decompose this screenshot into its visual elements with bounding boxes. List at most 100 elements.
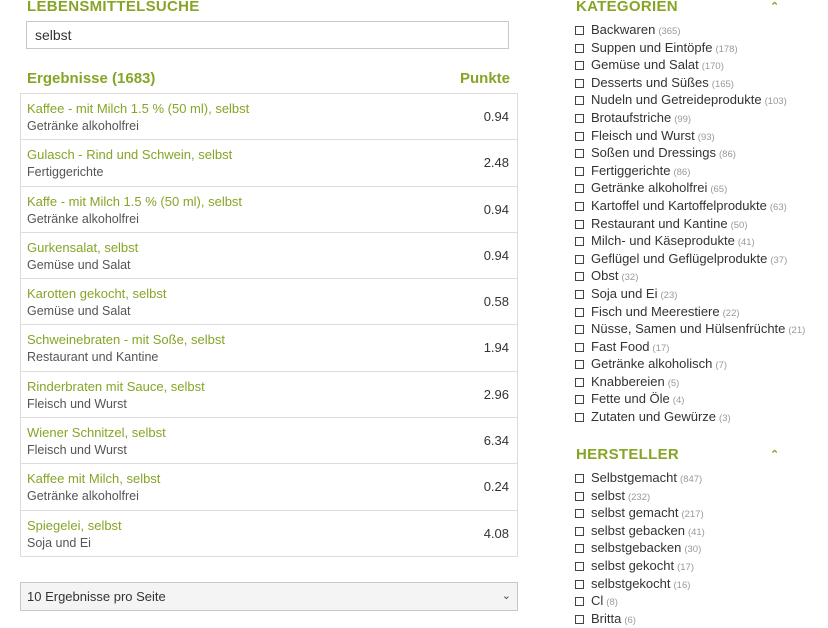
filter-name: Fertiggerichte [591, 162, 671, 178]
checkbox[interactable] [575, 131, 584, 141]
chevron-up-icon[interactable]: ⌃ [770, 2, 782, 13]
per-page-label: 10 Ergebnisse pro Seite [27, 589, 166, 604]
filter-label: Brotaufstriche (99) [591, 110, 691, 125]
result-row[interactable]: Kaffe - mit Milch 1.5 % (50 ml), selbst … [21, 187, 517, 233]
filter-label: selbstgekocht (16) [591, 576, 690, 591]
checkbox[interactable] [575, 201, 584, 211]
filter-count: (22) [722, 307, 740, 319]
checkbox[interactable] [575, 26, 584, 35]
filter-name: Zutaten und Gewürze [591, 409, 717, 425]
filter-count: (232) [627, 491, 651, 503]
filter-name: Kartoffel und Kartoffelprodukte [591, 197, 767, 213]
result-row[interactable]: Rinderbraten mit Sauce, selbst Fleisch u… [21, 372, 517, 419]
result-name[interactable]: Kaffee mit Milch, selbst [27, 471, 160, 486]
result-category: Gemüse und Salat [27, 304, 131, 319]
result-name[interactable]: Kaffe - mit Milch 1.5 % (50 ml), selbst [27, 194, 242, 209]
filter-label: selbst gebacken (41) [591, 523, 705, 538]
result-name[interactable]: Wiener Schnitzel, selbst [27, 425, 166, 440]
filter-name: selbst gebacken [591, 522, 685, 538]
checkbox[interactable] [575, 325, 584, 335]
checkbox[interactable] [575, 272, 584, 282]
checkbox[interactable] [575, 509, 584, 519]
checkbox[interactable] [575, 96, 584, 106]
result-name[interactable]: Karotten gekocht, selbst [27, 286, 166, 301]
filter-name: Desserts und Süßes [591, 74, 709, 90]
filter-label: Zutaten und Gewürze (3) [591, 409, 731, 424]
checkbox[interactable] [575, 237, 584, 247]
filter-label: Nudeln und Getreideprodukte (103) [591, 92, 787, 107]
result-name[interactable]: Gulasch - Rind und Schwein, selbst [27, 147, 232, 162]
filter-name: Getränke alkoholisch [591, 356, 713, 372]
search-input[interactable] [26, 21, 509, 49]
result-row[interactable]: Gulasch - Rind und Schwein, selbst Ferti… [21, 140, 517, 187]
checkbox[interactable] [575, 78, 584, 88]
checkbox[interactable] [575, 149, 584, 159]
result-row[interactable]: Karotten gekocht, selbst Gemüse und Sala… [21, 279, 517, 326]
checkbox[interactable] [575, 597, 584, 607]
result-category: Fertiggerichte [27, 165, 104, 180]
filter-label: Soja und Ei (23) [591, 286, 677, 301]
filter-name: Fast Food [591, 338, 650, 354]
result-row[interactable]: Spiegelei, selbst Soja und Ei 4.08 [21, 511, 517, 557]
filter-name: Soßen und Dressings [591, 145, 717, 161]
result-name[interactable]: Kaffee - mit Milch 1.5 % (50 ml), selbst [27, 101, 249, 116]
result-row[interactable]: Wiener Schnitzel, selbst Fleisch und Wur… [21, 418, 517, 465]
filter-count: (170) [701, 61, 724, 73]
result-name[interactable]: Gurkensalat, selbst [27, 240, 138, 255]
result-name[interactable]: Rinderbraten mit Sauce, selbst [27, 379, 205, 394]
filter-name: Nüsse, Samen und Hülsenfrüchte [591, 321, 786, 337]
checkbox[interactable] [575, 491, 584, 501]
checkbox[interactable] [575, 43, 584, 53]
checkbox[interactable] [575, 166, 584, 176]
result-points: 0.94 [483, 247, 509, 263]
result-points: 0.94 [483, 109, 509, 124]
filter-label: Fleisch und Wurst (93) [591, 128, 715, 143]
checkbox[interactable] [575, 184, 584, 194]
checkbox[interactable] [575, 377, 584, 387]
filter-count: (6) [624, 614, 636, 626]
filter-name: Fleisch und Wurst [591, 127, 695, 143]
result-row[interactable]: Kaffee - mit Milch 1.5 % (50 ml), selbst… [21, 94, 517, 141]
result-points: 4.08 [483, 525, 509, 541]
checkbox[interactable] [575, 614, 584, 624]
filter-name: Backwaren [591, 22, 656, 37]
filter-count: (30) [684, 544, 702, 556]
checkbox[interactable] [575, 254, 584, 264]
results-per-page-select[interactable]: 10 Ergebnisse pro Seite ⌄ [20, 582, 518, 611]
filter-count: (32) [621, 272, 639, 284]
checkbox[interactable] [575, 113, 584, 123]
filter-label: Nüsse, Samen und Hülsenfrüchte (21) [591, 321, 805, 336]
results-header: Ergebnisse (1683) Punkte [27, 70, 518, 88]
filter-label: Knabbereien (5) [591, 374, 679, 389]
filter-name: selbst gekocht [591, 557, 675, 573]
checkbox[interactable] [575, 307, 584, 317]
checkbox[interactable] [575, 395, 584, 405]
search-title: LEBENSMITTELSUCHE [27, 0, 200, 15]
checkbox[interactable] [575, 342, 584, 352]
filter-name: Cl [591, 593, 604, 609]
checkbox[interactable] [575, 474, 584, 483]
result-name[interactable]: Spiegelei, selbst [27, 518, 122, 533]
checkbox[interactable] [575, 544, 584, 554]
checkbox[interactable] [575, 61, 584, 71]
filter-label: selbst (232) [591, 488, 650, 503]
result-name[interactable]: Schweinebraten - mit Soße, selbst [27, 332, 225, 347]
chevron-up-icon[interactable]: ⌃ [770, 450, 782, 461]
result-row[interactable]: Gurkensalat, selbst Gemüse und Salat 0.9… [21, 233, 517, 280]
checkbox[interactable] [575, 219, 584, 229]
result-category: Getränke alkoholfrei [27, 489, 139, 504]
checkbox[interactable] [575, 526, 584, 536]
result-points: 2.48 [483, 155, 509, 171]
result-row[interactable]: Schweinebraten - mit Soße, selbst Restau… [21, 325, 517, 372]
result-row[interactable]: Kaffee mit Milch, selbst Getränke alkoho… [21, 464, 517, 511]
results-title: Ergebnisse (1683) [27, 70, 156, 87]
filter-count: (63) [769, 201, 787, 213]
checkbox[interactable] [575, 579, 584, 589]
filter-name: Restaurant und Kantine [591, 215, 728, 231]
checkbox[interactable] [575, 561, 584, 571]
result-category: Gemüse und Salat [27, 257, 131, 272]
filter-name: Fisch und Meerestiere [591, 303, 720, 319]
checkbox[interactable] [575, 413, 584, 423]
checkbox[interactable] [575, 360, 584, 370]
checkbox[interactable] [575, 289, 584, 299]
